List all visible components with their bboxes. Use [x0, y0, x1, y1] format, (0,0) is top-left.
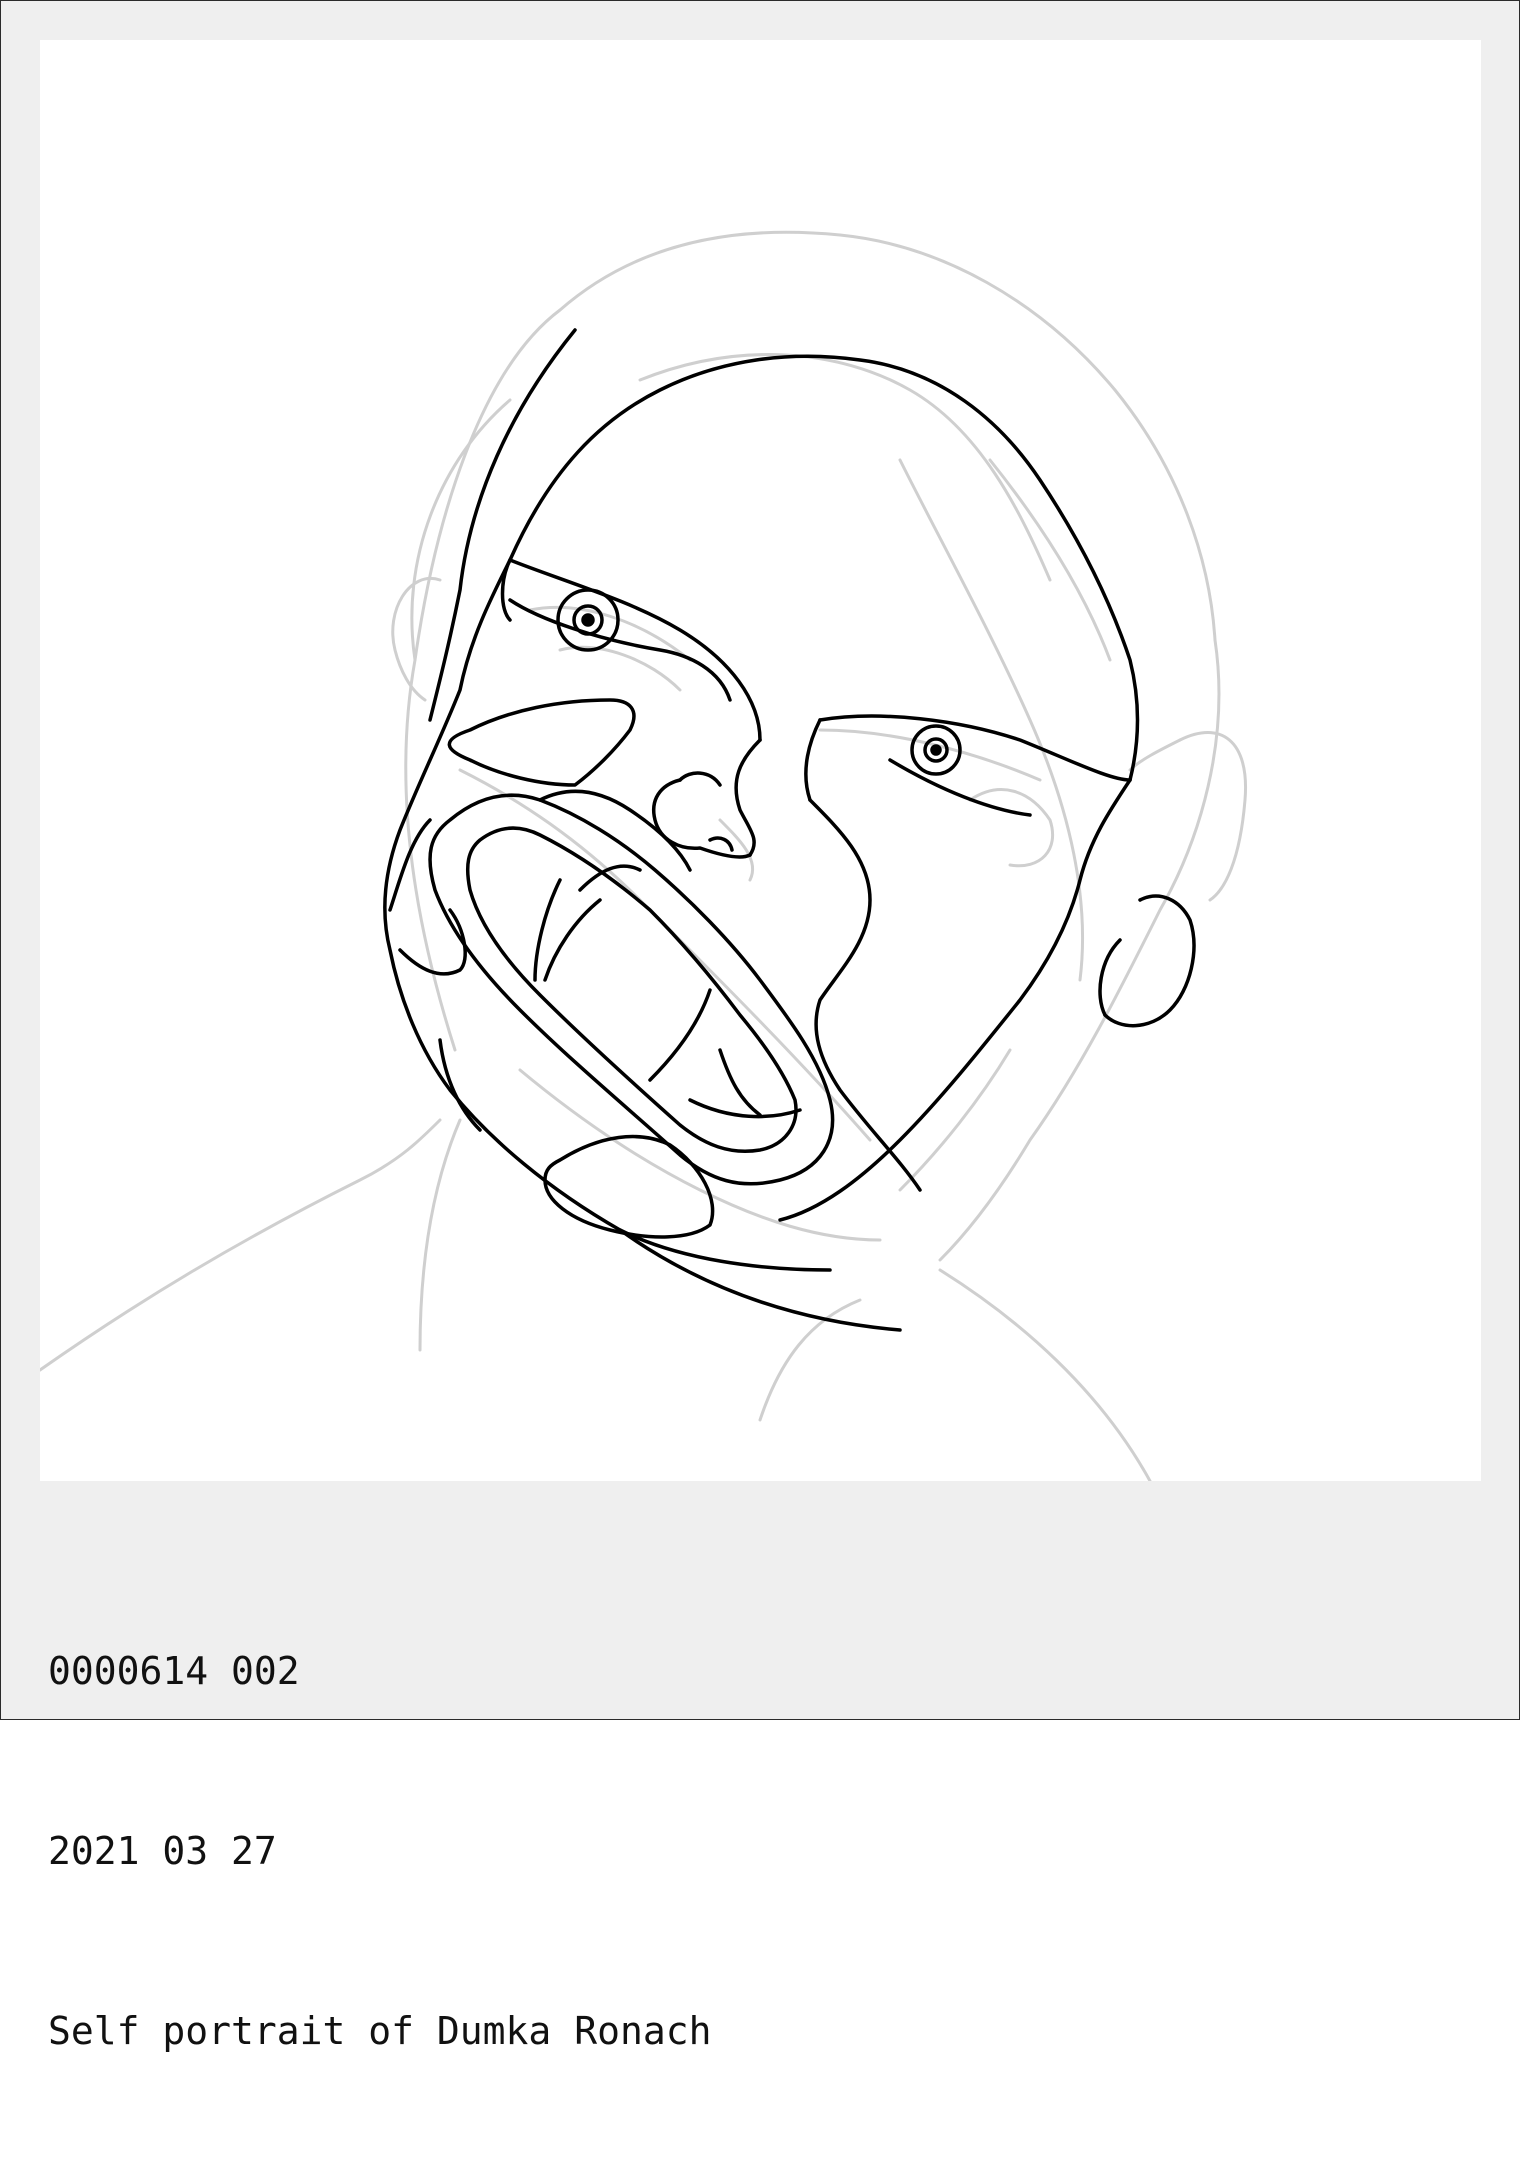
catalog-number: 0000614 002	[48, 1649, 300, 1693]
portrait-image	[40, 40, 1481, 1481]
artwork-title: Self portrait of Dumka Ronach	[48, 2009, 712, 2053]
grey-sketch-lines	[40, 230, 1248, 1481]
polaroid-frame: 0000614 002 2021 03 27 Self portrait of …	[0, 0, 1520, 2053]
caption-block: 0000614 002 2021 03 27 Self portrait of …	[48, 1521, 711, 2181]
date-label: 2021 03 27	[48, 1829, 277, 1873]
portrait-line-drawing	[40, 230, 1248, 1481]
black-contour-lines	[383, 328, 1196, 1332]
